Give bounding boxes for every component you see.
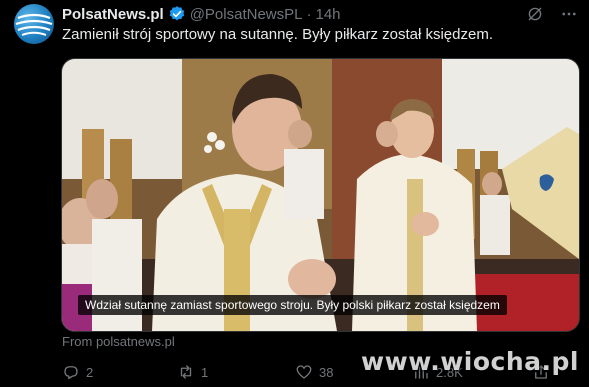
- ordination-photo: [62, 59, 579, 331]
- top-actions: [525, 4, 579, 24]
- separator-dot: ·: [306, 5, 312, 23]
- link-source[interactable]: From polsatnews.pl: [62, 334, 175, 349]
- grok-icon[interactable]: [525, 4, 545, 24]
- like-icon: [296, 365, 312, 379]
- verified-badge-icon: [168, 5, 186, 23]
- reply-button[interactable]: 2: [62, 363, 93, 381]
- author-avatar[interactable]: [14, 4, 54, 44]
- polsatnews-globe-logo: [15, 13, 53, 36]
- post-header: PolsatNews.pl @PolsatNewsPL · 14h: [62, 4, 341, 24]
- reply-count: 2: [86, 364, 94, 380]
- like-button[interactable]: 38: [295, 363, 333, 381]
- post-media[interactable]: Wdział sutannę zamiast sportowego stroju…: [61, 58, 580, 332]
- post-time[interactable]: 14h: [315, 6, 340, 23]
- like-count: 38: [319, 364, 334, 380]
- post-text: Zamienił strój sportowy na sutannę. Były…: [62, 26, 494, 43]
- author-name[interactable]: PolsatNews.pl: [62, 6, 164, 23]
- repost-button[interactable]: 1: [177, 363, 208, 381]
- site-watermark: www.wiocha.pl: [361, 347, 579, 376]
- author-handle[interactable]: @PolsatNewsPL: [190, 6, 303, 23]
- repost-icon: [180, 365, 192, 379]
- more-icon[interactable]: [559, 4, 579, 24]
- reply-icon: [64, 366, 78, 380]
- media-caption: Wdział sutannę zamiast sportowego stroju…: [78, 295, 507, 315]
- repost-count: 1: [201, 364, 209, 380]
